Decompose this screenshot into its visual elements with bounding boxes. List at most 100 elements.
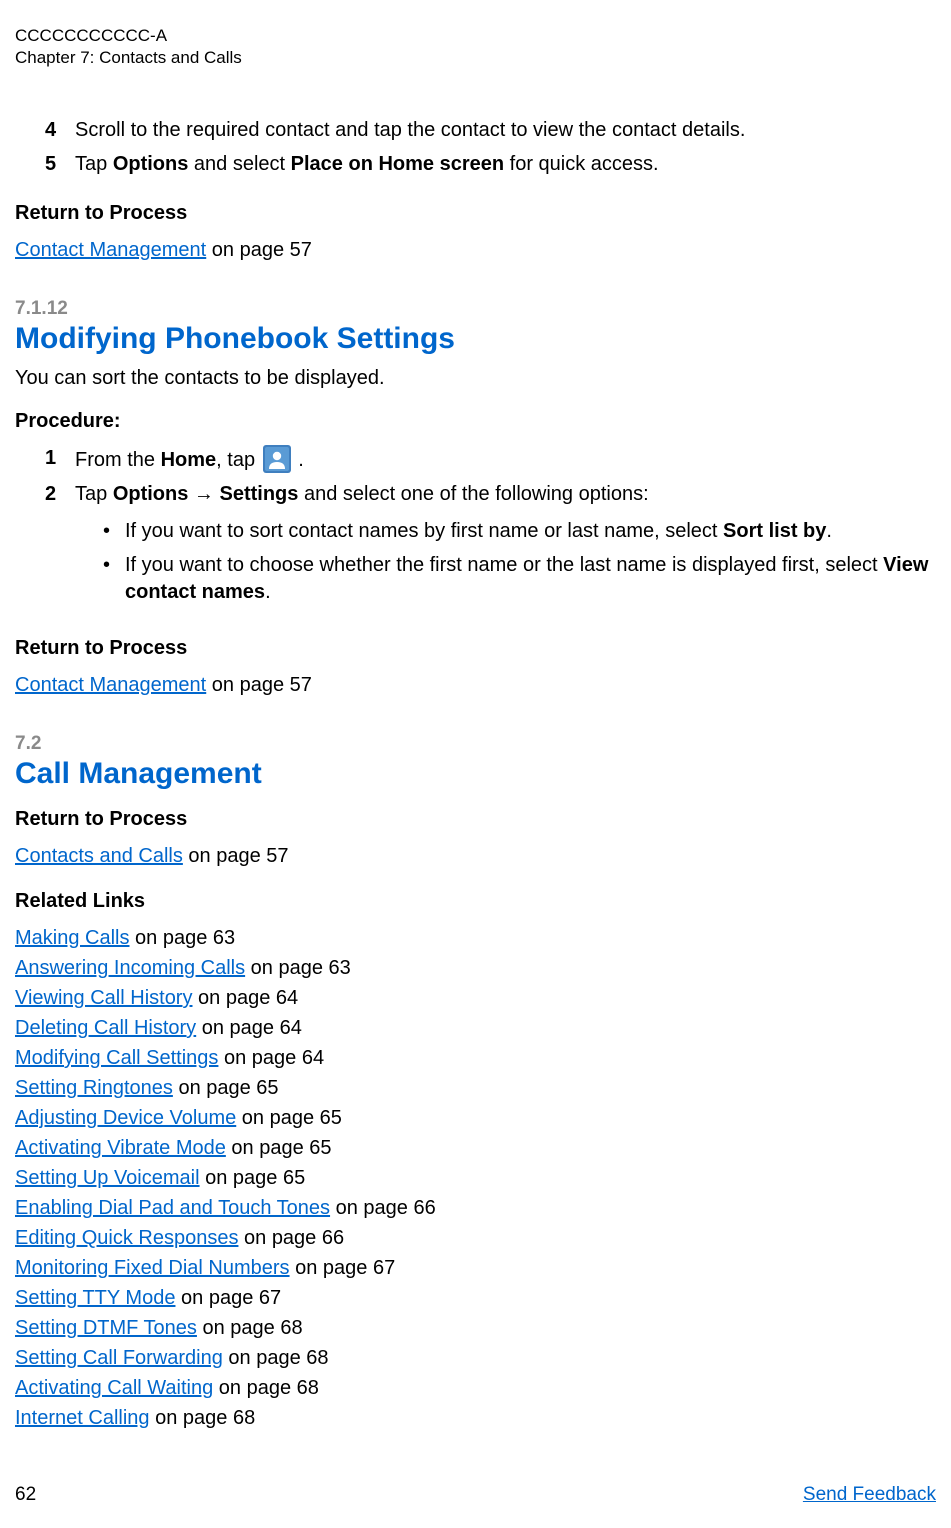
text-fragment: . — [265, 581, 271, 603]
related-link[interactable]: Setting Call Forwarding — [15, 1347, 223, 1369]
text-fragment: Tap — [75, 483, 113, 505]
related-link[interactable]: Setting DTMF Tones — [15, 1317, 197, 1339]
step-number: 4 — [45, 117, 75, 144]
section-heading-modifying-phonebook-settings: Modifying Phonebook Settings — [15, 322, 936, 355]
bold-text: Place on Home screen — [291, 153, 504, 175]
page-ref: on page 64 — [192, 987, 298, 1009]
related-link[interactable]: Adjusting Device Volume — [15, 1107, 236, 1129]
page-ref: on page 66 — [330, 1197, 436, 1219]
related-link-line: Setting Ringtones on page 65 — [15, 1075, 936, 1102]
text-fragment: . — [826, 520, 832, 542]
text-fragment: Tap — [75, 153, 113, 175]
bold-text: Options — [113, 483, 189, 505]
page-ref: on page 68 — [213, 1377, 319, 1399]
text-fragment: If you want to sort contact names by fir… — [125, 520, 723, 542]
step-number: 1 — [45, 445, 75, 474]
page-ref: on page 67 — [290, 1257, 396, 1279]
send-feedback-link[interactable]: Send Feedback — [803, 1484, 936, 1506]
related-link-line: Enabling Dial Pad and Touch Tones on pag… — [15, 1195, 936, 1222]
page-ref: on page 65 — [173, 1077, 279, 1099]
related-link[interactable]: Monitoring Fixed Dial Numbers — [15, 1257, 290, 1279]
related-link-line: Deleting Call History on page 64 — [15, 1015, 936, 1042]
page-ref: on page 57 — [183, 845, 289, 867]
related-link-line: Monitoring Fixed Dial Numbers on page 67 — [15, 1255, 936, 1282]
page-ref: on page 68 — [223, 1347, 329, 1369]
related-link-line: Setting Call Forwarding on page 68 — [15, 1345, 936, 1372]
related-link-line: Setting DTMF Tones on page 68 — [15, 1315, 936, 1342]
contacts-and-calls-link[interactable]: Contacts and Calls — [15, 845, 183, 867]
related-links-list: Making Calls on page 63Answering Incomin… — [15, 925, 936, 1432]
contacts-app-icon — [263, 445, 291, 473]
page-ref: on page 67 — [175, 1287, 281, 1309]
related-link-line: Answering Incoming Calls on page 63 — [15, 955, 936, 982]
related-link-line: Viewing Call History on page 64 — [15, 985, 936, 1012]
chapter-title: Chapter 7: Contacts and Calls — [15, 47, 936, 69]
page-ref: on page 63 — [129, 927, 235, 949]
step-text: From the Home, tap . — [75, 445, 936, 474]
section-description: You can sort the contacts to be displaye… — [15, 365, 936, 392]
doc-id: CCCCCCCCCCC-A — [15, 25, 936, 47]
related-link[interactable]: Setting Ringtones — [15, 1077, 173, 1099]
return-to-process-link-line: Contact Management on page 57 — [15, 237, 936, 264]
return-to-process-link-line: Contact Management on page 57 — [15, 672, 936, 699]
related-link[interactable]: Setting TTY Mode — [15, 1287, 175, 1309]
return-to-process-label: Return to Process — [15, 202, 936, 225]
text-fragment: If you want to choose whether the first … — [125, 554, 883, 576]
bold-text: Options — [113, 153, 189, 175]
related-link-line: Modifying Call Settings on page 64 — [15, 1045, 936, 1072]
step-text: Scroll to the required contact and tap t… — [75, 117, 936, 144]
related-link[interactable]: Internet Calling — [15, 1407, 150, 1429]
related-link[interactable]: Modifying Call Settings — [15, 1047, 218, 1069]
section-number-7-2: 7.2 — [15, 733, 936, 755]
related-link[interactable]: Setting Up Voicemail — [15, 1167, 200, 1189]
page-ref: on page 57 — [206, 239, 312, 261]
step-2: 2 Tap Options → Settings and select one … — [45, 481, 936, 613]
return-to-process-label: Return to Process — [15, 637, 936, 660]
section-number-7-1-12: 7.1.12 — [15, 298, 936, 320]
related-link[interactable]: Activating Call Waiting — [15, 1377, 213, 1399]
text-fragment: From the — [75, 449, 161, 471]
page-ref: on page 63 — [245, 957, 351, 979]
bullet-text: If you want to sort contact names by fir… — [125, 518, 936, 545]
step-text: Tap Options → Settings and select one of… — [75, 481, 936, 613]
related-link[interactable]: Editing Quick Responses — [15, 1227, 238, 1249]
related-link[interactable]: Activating Vibrate Mode — [15, 1137, 226, 1159]
bold-text: Home — [161, 449, 217, 471]
bullet-text: If you want to choose whether the first … — [125, 552, 936, 606]
page-ref: on page 68 — [150, 1407, 256, 1429]
related-link[interactable]: Enabling Dial Pad and Touch Tones — [15, 1197, 330, 1219]
step-5: 5 Tap Options and select Place on Home s… — [45, 151, 936, 178]
page-ref: on page 65 — [200, 1167, 306, 1189]
text-fragment: for quick access. — [504, 153, 659, 175]
related-link-line: Activating Call Waiting on page 68 — [15, 1375, 936, 1402]
page-number: 62 — [15, 1484, 36, 1506]
related-link-line: Setting TTY Mode on page 67 — [15, 1285, 936, 1312]
page-ref: on page 65 — [236, 1107, 342, 1129]
step-number: 2 — [45, 481, 75, 613]
arrow-text: → — [188, 483, 219, 505]
text-fragment: and select one of the following options: — [298, 483, 648, 505]
step-text: Tap Options and select Place on Home scr… — [75, 151, 936, 178]
return-to-process-link-line: Contacts and Calls on page 57 — [15, 843, 936, 870]
related-link[interactable]: Answering Incoming Calls — [15, 957, 245, 979]
related-link[interactable]: Viewing Call History — [15, 987, 192, 1009]
bold-text: Settings — [219, 483, 298, 505]
contact-management-link[interactable]: Contact Management — [15, 239, 206, 261]
step-4: 4 Scroll to the required contact and tap… — [45, 117, 936, 144]
related-link-line: Activating Vibrate Mode on page 65 — [15, 1135, 936, 1162]
procedure-label: Procedure: — [15, 410, 936, 433]
page-footer: 62 Send Feedback — [15, 1484, 936, 1506]
page-ref: on page 57 — [206, 674, 312, 696]
contact-management-link[interactable]: Contact Management — [15, 674, 206, 696]
return-to-process-label: Return to Process — [15, 808, 936, 831]
text-fragment: , tap — [216, 449, 260, 471]
related-links-label: Related Links — [15, 890, 936, 913]
bold-text: Sort list by — [723, 520, 826, 542]
page-ref: on page 64 — [218, 1047, 324, 1069]
step-number: 5 — [45, 151, 75, 178]
step-1: 1 From the Home, tap . — [45, 445, 936, 474]
page-ref: on page 66 — [238, 1227, 344, 1249]
related-link[interactable]: Deleting Call History — [15, 1017, 196, 1039]
text-fragment: . — [293, 449, 304, 471]
related-link[interactable]: Making Calls — [15, 927, 129, 949]
